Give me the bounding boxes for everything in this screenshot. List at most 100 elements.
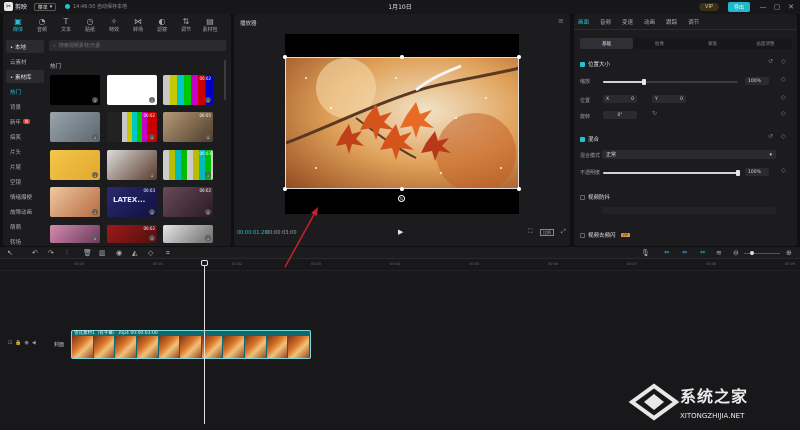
media-thumbnail[interactable]: 00:02 ↓ bbox=[107, 225, 157, 243]
cover-button[interactable]: 封面 bbox=[54, 341, 64, 348]
blend-section[interactable]: 混合 bbox=[580, 135, 599, 143]
maximize-icon[interactable]: ▢ bbox=[772, 2, 782, 12]
download-icon[interactable]: ↓ bbox=[92, 235, 98, 241]
opacity-slider[interactable] bbox=[603, 172, 738, 174]
snap-icon[interactable]: ⇔ bbox=[682, 249, 687, 257]
lock-icon[interactable]: ⊡ bbox=[8, 340, 12, 346]
resize-handle[interactable] bbox=[517, 187, 521, 191]
download-icon[interactable]: ↓ bbox=[92, 209, 98, 215]
opacity-field[interactable]: 100% bbox=[745, 168, 769, 176]
subtab-basic[interactable]: 基础 bbox=[580, 38, 633, 49]
split-icon[interactable]: ⫶ bbox=[66, 249, 68, 257]
sidebar-item[interactable]: 热门 bbox=[6, 85, 44, 98]
keyframe-icon[interactable]: ◇ bbox=[781, 76, 786, 83]
link-icon[interactable]: ⇔ bbox=[664, 249, 669, 257]
download-icon[interactable]: ↓ bbox=[149, 134, 155, 140]
reverse-icon[interactable]: ◉ bbox=[116, 249, 122, 257]
close-icon[interactable]: ✕ bbox=[786, 2, 796, 12]
speaker-icon[interactable]: ◀ bbox=[32, 340, 36, 346]
tab-audio[interactable]: ◔ 音频 bbox=[30, 15, 54, 35]
download-icon[interactable]: ↓ bbox=[149, 209, 155, 215]
undo-icon[interactable]: ↶ bbox=[32, 249, 38, 257]
search-input[interactable]: ⌕ 搜索视频素材/元素 bbox=[49, 40, 226, 51]
rotate-icon[interactable]: ↻ bbox=[398, 195, 405, 202]
rotate-icon[interactable]: ◇ bbox=[148, 249, 153, 257]
tab-tracking[interactable]: 跟踪 bbox=[666, 18, 677, 26]
media-thumbnail[interactable]: ↓ bbox=[107, 75, 157, 105]
download-icon[interactable]: ↓ bbox=[92, 134, 98, 140]
media-thumbnail[interactable]: ↓ bbox=[50, 225, 100, 243]
menu-button[interactable]: 菜单 ▾ bbox=[34, 3, 56, 11]
play-icon[interactable]: ▶ bbox=[398, 228, 403, 236]
subtab-mask[interactable]: 蒙版 bbox=[686, 38, 739, 49]
zoom-in-icon[interactable]: ⊕ bbox=[786, 249, 792, 257]
opacity-knob[interactable] bbox=[736, 170, 740, 176]
media-thumbnail[interactable]: ↓ bbox=[107, 150, 157, 180]
playhead-handle[interactable] bbox=[201, 260, 208, 266]
sidebar-item[interactable]: 片尾 bbox=[6, 160, 44, 173]
download-icon[interactable]: ↓ bbox=[205, 209, 211, 215]
tab-adjust[interactable]: ⇅ 调节 bbox=[174, 15, 198, 35]
media-thumbnail[interactable]: 00:02 ↓ bbox=[107, 112, 157, 142]
download-icon[interactable]: ↓ bbox=[205, 172, 211, 178]
media-thumbnail[interactable]: ↓ bbox=[50, 112, 100, 142]
media-thumbnail[interactable]: LATEX... 00:03 ↓ bbox=[107, 187, 157, 217]
delete-icon[interactable]: 🗑 bbox=[83, 249, 92, 257]
sidebar-item[interactable]: • 素材库 bbox=[6, 70, 44, 83]
minimize-icon[interactable]: — bbox=[758, 2, 768, 12]
mirror-icon[interactable]: ◭ bbox=[132, 249, 137, 257]
menu-icon[interactable]: ≡ bbox=[558, 17, 564, 25]
download-icon[interactable]: ↓ bbox=[205, 235, 211, 241]
tab-media[interactable]: ▣ 媒体 bbox=[6, 15, 30, 35]
redo-icon[interactable]: ↷ bbox=[48, 249, 54, 257]
subtab-keying[interactable]: 抠像 bbox=[633, 38, 686, 49]
tab-speed[interactable]: 变速 bbox=[622, 18, 633, 26]
download-icon[interactable]: ↓ bbox=[149, 97, 155, 103]
reset-icon[interactable]: ↺ bbox=[768, 58, 773, 65]
eye-icon[interactable]: ◉ bbox=[24, 340, 28, 346]
position-x-field[interactable]: X0 bbox=[603, 95, 637, 103]
waveform-icon[interactable]: ≋ bbox=[716, 249, 722, 257]
resize-handle[interactable] bbox=[400, 187, 404, 191]
export-button[interactable]: 导出 bbox=[728, 2, 750, 12]
download-icon[interactable]: ↓ bbox=[149, 172, 155, 178]
scale-slider[interactable] bbox=[603, 81, 738, 83]
keyframe-icon[interactable]: ◇ bbox=[781, 58, 786, 65]
keyframe-icon[interactable]: ◇ bbox=[781, 167, 786, 174]
fullscreen-icon[interactable]: ⤢ bbox=[561, 228, 566, 236]
tab-package[interactable]: ▤ 素材包 bbox=[198, 15, 222, 35]
reset-icon[interactable]: ↺ bbox=[768, 133, 773, 140]
time-ruler[interactable] bbox=[60, 259, 800, 269]
keyframe-icon[interactable]: ◇ bbox=[781, 94, 786, 101]
keyframe-icon[interactable]: ◇ bbox=[781, 110, 786, 117]
rotate-icon[interactable]: ↻ bbox=[652, 110, 657, 117]
microphone-icon[interactable]: 🎙 bbox=[641, 249, 650, 257]
media-thumbnail[interactable]: ↓ bbox=[50, 187, 100, 217]
stabilize-section[interactable]: 视频防抖 bbox=[580, 193, 610, 201]
zoom-knob[interactable] bbox=[750, 251, 754, 255]
sidebar-item[interactable]: 故障动画 bbox=[6, 205, 44, 218]
media-thumbnail[interactable]: 00:03 ↓ bbox=[163, 150, 213, 180]
position-y-field[interactable]: Y0 bbox=[652, 95, 686, 103]
sidebar-item[interactable]: 搞笑 bbox=[6, 130, 44, 143]
sidebar-item[interactable]: • 本地 bbox=[6, 40, 44, 53]
crop-icon[interactable]: ⌗ bbox=[166, 249, 170, 257]
media-thumbnail[interactable]: 00:02 ↓ bbox=[163, 187, 213, 217]
tab-audio[interactable]: 音频 bbox=[600, 18, 611, 26]
video-preview[interactable] bbox=[285, 57, 519, 189]
media-thumbnail[interactable]: ↓ bbox=[50, 150, 100, 180]
zoom-out-icon[interactable]: ⊖ bbox=[733, 249, 739, 257]
scrollbar[interactable] bbox=[224, 60, 226, 100]
media-thumbnail[interactable]: ↓ bbox=[50, 75, 100, 105]
media-thumbnail[interactable]: 00:02 ↓ bbox=[163, 75, 213, 105]
vip-badge[interactable]: VIP bbox=[699, 3, 719, 11]
sidebar-item[interactable]: 背景 bbox=[6, 100, 44, 113]
select-tool-icon[interactable]: ↖ bbox=[7, 249, 13, 257]
blend-mode-select[interactable]: 正常 ▾ bbox=[602, 150, 776, 159]
sidebar-item[interactable]: 片头 bbox=[6, 145, 44, 158]
denoise-section[interactable]: 视频去频闪 VIP bbox=[580, 231, 631, 239]
download-icon[interactable]: ↓ bbox=[205, 97, 211, 103]
checkbox-icon[interactable] bbox=[580, 232, 585, 238]
position-size-section[interactable]: 位置大小 bbox=[580, 60, 610, 68]
checkbox-icon[interactable] bbox=[580, 194, 585, 200]
